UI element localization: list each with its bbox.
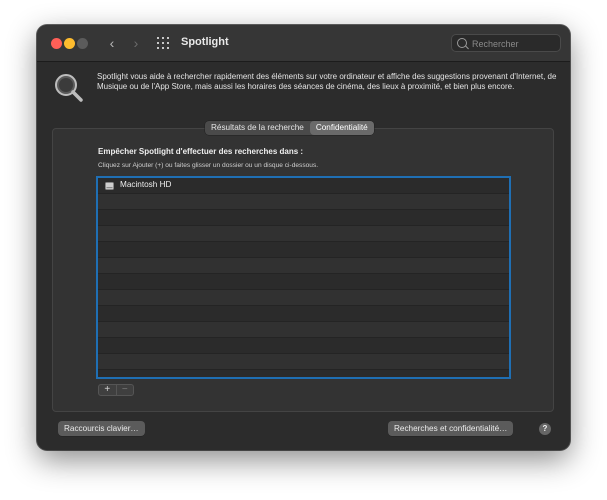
search-privacy-button[interactable]: Recherches et confidentialité…	[388, 421, 514, 436]
tab-search-results[interactable]: Résultats de la recherche	[205, 121, 310, 135]
forward-chevron-icon[interactable]: ›	[127, 34, 145, 52]
zoom-window-button[interactable]	[77, 38, 88, 49]
empty-row	[98, 242, 509, 258]
privacy-heading: Empêcher Spotlight d'effectuer des reche…	[98, 147, 304, 156]
add-remove-control: + −	[98, 384, 134, 396]
empty-row	[98, 226, 509, 242]
empty-row	[98, 354, 509, 370]
tab-privacy[interactable]: Confidentialité	[309, 121, 374, 135]
back-chevron-icon[interactable]: ‹	[103, 34, 121, 52]
preferences-window: ‹ › Spotlight Spotlight vous aide à rech…	[37, 25, 570, 450]
empty-row	[98, 322, 509, 338]
empty-row	[98, 370, 509, 377]
remove-location-button[interactable]: −	[115, 385, 134, 395]
hard-disk-icon	[105, 182, 114, 190]
window-title: Spotlight	[181, 36, 229, 48]
title-bar: ‹ › Spotlight	[37, 25, 570, 62]
empty-row	[98, 258, 509, 274]
privacy-hint: Cliquez sur Ajouter (+) ou faites glisse…	[98, 162, 319, 169]
show-all-grid-icon[interactable]	[157, 37, 169, 49]
list-item[interactable]: Macintosh HD	[98, 178, 509, 194]
list-item-label: Macintosh HD	[120, 180, 172, 189]
excluded-locations-list[interactable]: Macintosh HD	[96, 176, 511, 379]
search-input[interactable]	[470, 36, 560, 52]
add-location-button[interactable]: +	[99, 385, 116, 395]
empty-row	[98, 194, 509, 210]
empty-row	[98, 290, 509, 306]
tab-control: Résultats de la recherche Confidentialit…	[205, 121, 374, 135]
empty-row	[98, 210, 509, 226]
empty-row	[98, 306, 509, 322]
spotlight-magnifier-icon	[55, 74, 83, 102]
empty-row	[98, 274, 509, 290]
empty-row	[98, 338, 509, 354]
spotlight-description: Spotlight vous aide à rechercher rapidem…	[97, 72, 557, 92]
search-field[interactable]	[451, 34, 561, 52]
keyboard-shortcuts-button[interactable]: Raccourcis clavier…	[58, 421, 145, 436]
minimize-window-button[interactable]	[64, 38, 75, 49]
close-window-button[interactable]	[51, 38, 62, 49]
help-button[interactable]: ?	[539, 423, 551, 435]
search-icon	[457, 38, 467, 48]
